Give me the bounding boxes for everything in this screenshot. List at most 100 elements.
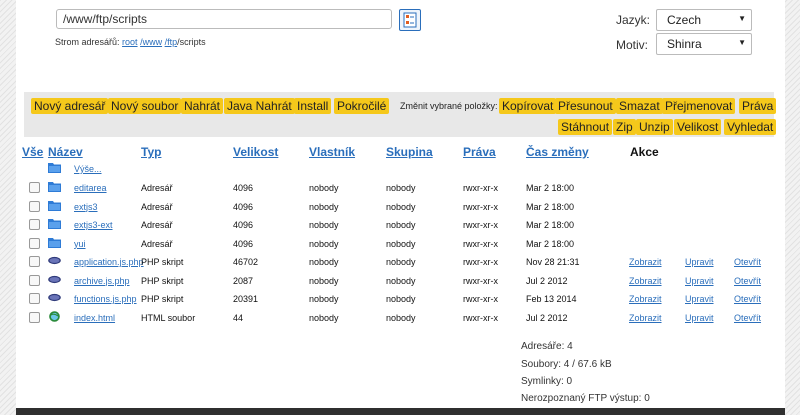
parent-directory-link[interactable]: Výše...: [74, 164, 102, 174]
file-mtime: Mar 2 18:00: [526, 201, 575, 212]
row-checkbox[interactable]: [29, 274, 40, 286]
download-button[interactable]: Stáhnout: [558, 119, 613, 135]
directories-count: Adresáře: 4: [521, 341, 573, 352]
size-button[interactable]: Velikost: [674, 119, 722, 135]
group-column-header[interactable]: Skupina: [386, 145, 433, 159]
path-input[interactable]: [56, 9, 392, 29]
advanced-button[interactable]: Pokročilé: [334, 98, 390, 114]
open-link[interactable]: Otevřít: [734, 257, 761, 267]
actions-column-header: Akce: [630, 145, 659, 159]
copy-button[interactable]: Kopírovat: [499, 98, 557, 114]
file-name-link[interactable]: application.js.php: [74, 257, 144, 267]
mtime-column-header[interactable]: Čas změny: [526, 145, 589, 159]
breadcrumb: Strom adresářů: root /www /ftp/scripts: [55, 37, 206, 47]
owner-column-header[interactable]: Vlastník: [309, 145, 355, 159]
table-row[interactable]: yui Adresář 4096 nobody nobody rwxr-xr-x Mar 2…: [16, 235, 785, 253]
file-name-link[interactable]: extjs3: [74, 202, 98, 212]
edit-link[interactable]: Upravit: [685, 313, 714, 323]
file-type: Adresář: [141, 201, 173, 212]
edit-link[interactable]: Upravit: [685, 294, 714, 304]
file-mtime: Mar 2 18:00: [526, 183, 575, 193]
open-link[interactable]: Otevřít: [734, 294, 761, 304]
install-button[interactable]: Install: [294, 98, 332, 114]
file-type: PHP skript: [141, 257, 184, 267]
zip-button[interactable]: Zip: [613, 119, 636, 135]
folder-icon: [48, 182, 61, 192]
file-name-link[interactable]: extjs3-ext: [74, 220, 113, 230]
row-checkbox[interactable]: [29, 200, 40, 212]
file-name-link[interactable]: editarea: [74, 183, 107, 193]
rename-button[interactable]: Přejmenovat: [662, 98, 736, 114]
view-link[interactable]: Zobrazit: [629, 276, 662, 286]
table-row[interactable]: extjs3 Adresář 4096 nobody nobody rwxr-xr-x Ma…: [16, 198, 785, 216]
table-row[interactable]: index.html HTML soubor 44 nobody nobody rwxr-…: [16, 309, 785, 327]
row-checkbox[interactable]: [29, 311, 40, 323]
row-checkbox[interactable]: [29, 219, 40, 230]
table-row[interactable]: archive.js.php PHP skript 2087 nobody nobody…: [16, 272, 785, 290]
theme-select[interactable]: Shinra ▼: [656, 33, 752, 55]
change-selected-label: Změnit vybrané položky:: [400, 101, 498, 111]
file-permissions: rwxr-xr-x: [463, 312, 498, 323]
view-link[interactable]: Zobrazit: [629, 257, 662, 267]
table-row[interactable]: extjs3-ext Adresář 4096 nobody nobody rwxr-xr…: [16, 216, 785, 234]
file-owner: nobody: [309, 294, 339, 304]
file-type: Adresář: [141, 238, 173, 249]
php-file-icon: [48, 256, 61, 265]
file-mtime: Mar 2 18:00: [526, 238, 575, 249]
browse-directory-button[interactable]: [399, 9, 421, 31]
table-row[interactable]: functions.js.php PHP skript 20391 nobody nob…: [16, 290, 785, 308]
edit-link[interactable]: Upravit: [685, 257, 714, 267]
move-button[interactable]: Přesunout: [555, 98, 616, 114]
unzip-button[interactable]: Unzip: [636, 119, 673, 135]
file-owner: nobody: [309, 238, 339, 249]
file-mtime: Mar 2 18:00: [526, 220, 575, 230]
row-checkbox[interactable]: [29, 182, 40, 193]
view-link[interactable]: Zobrazit: [629, 294, 662, 304]
file-name-link[interactable]: yui: [74, 239, 86, 249]
language-select[interactable]: Czech ▼: [656, 9, 752, 31]
breadcrumb-root[interactable]: root: [122, 37, 138, 47]
file-type: Adresář: [141, 183, 173, 193]
row-checkbox[interactable]: [29, 256, 40, 267]
row-checkbox[interactable]: [29, 237, 40, 249]
edit-link[interactable]: Upravit: [685, 276, 714, 286]
breadcrumb-ftp[interactable]: /ftp: [165, 37, 178, 47]
file-name-link[interactable]: functions.js.php: [74, 294, 137, 304]
breadcrumb-www[interactable]: /www: [140, 37, 162, 47]
select-all-header[interactable]: Vše: [22, 145, 43, 159]
open-link[interactable]: Otevřít: [734, 276, 761, 286]
type-column-header[interactable]: Typ: [141, 145, 161, 159]
upload-button[interactable]: Nahrát: [181, 98, 224, 114]
file-type: Adresář: [141, 220, 173, 230]
name-column-header[interactable]: Název: [48, 145, 83, 159]
file-type: PHP skript: [141, 275, 184, 286]
html-file-icon: [49, 310, 60, 322]
table-row[interactable]: application.js.php PHP skript 46702 nobody n…: [16, 253, 785, 271]
search-button[interactable]: Vyhledat: [724, 119, 777, 135]
row-checkbox[interactable]: [29, 293, 40, 304]
file-owner: nobody: [309, 275, 339, 286]
view-link[interactable]: Zobrazit: [629, 313, 662, 323]
file-name-link[interactable]: index.html: [74, 313, 115, 323]
language-label: Jazyk:: [616, 13, 651, 27]
file-permissions: rwxr-xr-x: [463, 275, 498, 286]
new-file-button[interactable]: Nový soubor: [108, 98, 182, 114]
php-file-icon: [48, 275, 61, 283]
file-size: 4096: [233, 201, 254, 212]
delete-button[interactable]: Smazat: [616, 98, 663, 114]
folder-icon: [48, 200, 61, 211]
file-group: nobody: [386, 201, 416, 212]
table-row[interactable]: editarea Adresář 4096 nobody nobody rwxr-xr-x…: [16, 179, 785, 197]
file-name-link[interactable]: archive.js.php: [74, 276, 130, 286]
permissions-button[interactable]: Práva: [739, 98, 777, 114]
open-link[interactable]: Otevřít: [734, 313, 761, 323]
file-type: HTML soubor: [141, 312, 196, 323]
file-permissions: rwxr-xr-x: [463, 238, 498, 249]
size-column-header[interactable]: Velikost: [233, 145, 278, 159]
new-directory-button[interactable]: Nový adresář: [31, 98, 109, 114]
permissions-column-header[interactable]: Práva: [463, 145, 496, 159]
java-upload-button[interactable]: Java Nahrát: [224, 98, 295, 114]
folder-icon: [48, 237, 61, 248]
folder-icon: [48, 219, 61, 229]
parent-directory-row[interactable]: Výše...: [16, 160, 785, 178]
